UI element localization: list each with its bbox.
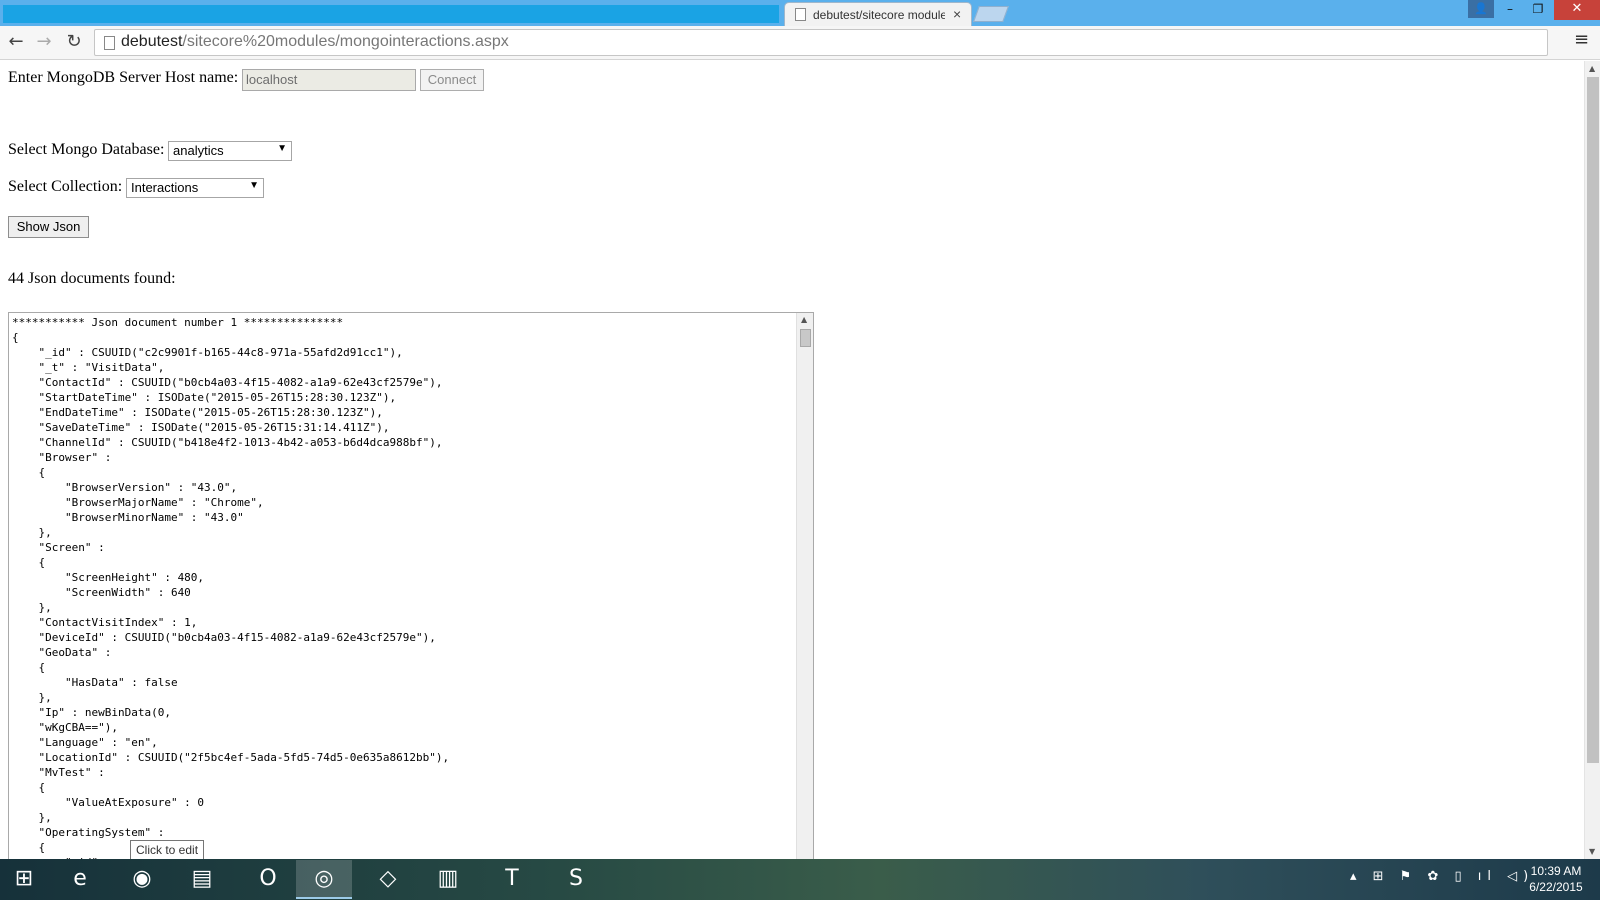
json-scroll-thumb[interactable] [800,329,811,347]
app-icon[interactable]: ◉ [114,860,170,899]
page-scrollbar[interactable]: ▲ ▼ [1584,61,1600,859]
windows-taskbar: ⊞ e ◉ ▤ O ◎ ◇ ▥ T S ▴ ⊞ ⚑ ✿ ▯ ıl ◁) 10:3… [0,859,1600,900]
tooltip: Click to edit [130,840,205,859]
scroll-up-icon[interactable]: ▲ [801,315,807,324]
database-label: Select Mongo Database: [8,141,165,158]
file-explorer-icon[interactable]: ▤ [174,860,230,899]
internet-explorer-icon[interactable]: e [52,860,108,899]
page-icon [795,8,806,21]
forward-arrow-icon[interactable]: → [32,30,56,54]
dropdown-arrow-icon: ▼ [249,180,259,191]
json-output-textarea[interactable]: *********** Json document number 1 *****… [8,312,814,859]
dropdown-arrow-icon: ▼ [277,143,287,154]
tab-close-icon[interactable]: × [953,6,961,22]
visual-studio-icon[interactable]: ◇ [360,860,416,899]
close-window-button[interactable]: ✕ [1554,0,1600,20]
url-path: /sitecore%20modules/mongointeractions.as… [182,33,509,50]
scroll-up-icon[interactable]: ▲ [1589,64,1595,73]
url-host: debutest [121,33,183,50]
collection-select-value: Interactions [131,180,199,195]
json-scrollbar[interactable]: ▲ [796,313,813,859]
user-icon[interactable]: 👤 [1468,0,1494,18]
connect-button[interactable]: Connect [420,69,484,91]
json-output-text: *********** Json document number 1 *****… [12,316,450,859]
clock-time: 10:39 AM [1530,864,1582,878]
collection-select[interactable]: Interactions ▼ [126,178,264,198]
new-tab-button[interactable] [973,6,1009,22]
page-content: Enter MongoDB Server Host name: localhos… [0,61,1584,859]
skype-icon[interactable]: S [548,860,604,899]
host-input[interactable]: localhost [242,69,416,91]
back-arrow-icon[interactable]: ← [4,30,28,54]
clock-date: 6/22/2015 [1529,880,1583,894]
page-scroll-thumb[interactable] [1587,77,1599,763]
maximize-button[interactable]: ❐ [1524,0,1552,20]
database-select[interactable]: analytics ▼ [168,141,292,161]
chrome-icon[interactable]: ◎ [296,860,352,899]
system-tray-icons[interactable]: ▴ ⊞ ⚑ ✿ ▯ ıl ◁) [1350,869,1534,884]
minimize-button[interactable]: – [1496,0,1524,20]
page-icon [104,36,115,50]
start-button[interactable]: ⊞ [0,860,48,899]
database-select-value: analytics [173,143,224,158]
address-bar[interactable]: debutest/sitecore%20modules/mongointerac… [94,29,1548,56]
reload-icon[interactable]: ↻ [62,30,86,54]
tab-title: debutest/sitecore module [813,8,945,22]
chrome-menu-icon[interactable]: ≡ [1574,29,1589,50]
taskbar-clock[interactable]: 10:39 AM 6/22/2015 [1520,863,1592,895]
outlook-icon[interactable]: O [240,860,296,899]
browser-toolbar: ← → ↻ debutest/sitecore%20modules/mongoi… [0,26,1600,60]
scroll-down-icon[interactable]: ▼ [1589,847,1595,856]
collection-label: Select Collection: [8,178,123,195]
app-icon[interactable]: T [484,860,540,899]
browser-tab[interactable]: debutest/sitecore module × [784,2,972,26]
url-text[interactable]: debutest/sitecore%20modules/mongointerac… [121,33,509,51]
browser-title-bar: debutest/sitecore module × 👤 – ❐ ✕ [0,0,1600,26]
show-json-button[interactable]: Show Json [8,216,89,238]
app-icon[interactable]: ▥ [420,860,476,899]
documents-found-text: 44 Json documents found: [8,270,176,287]
host-label: Enter MongoDB Server Host name: [8,69,239,86]
title-strip [3,5,779,23]
